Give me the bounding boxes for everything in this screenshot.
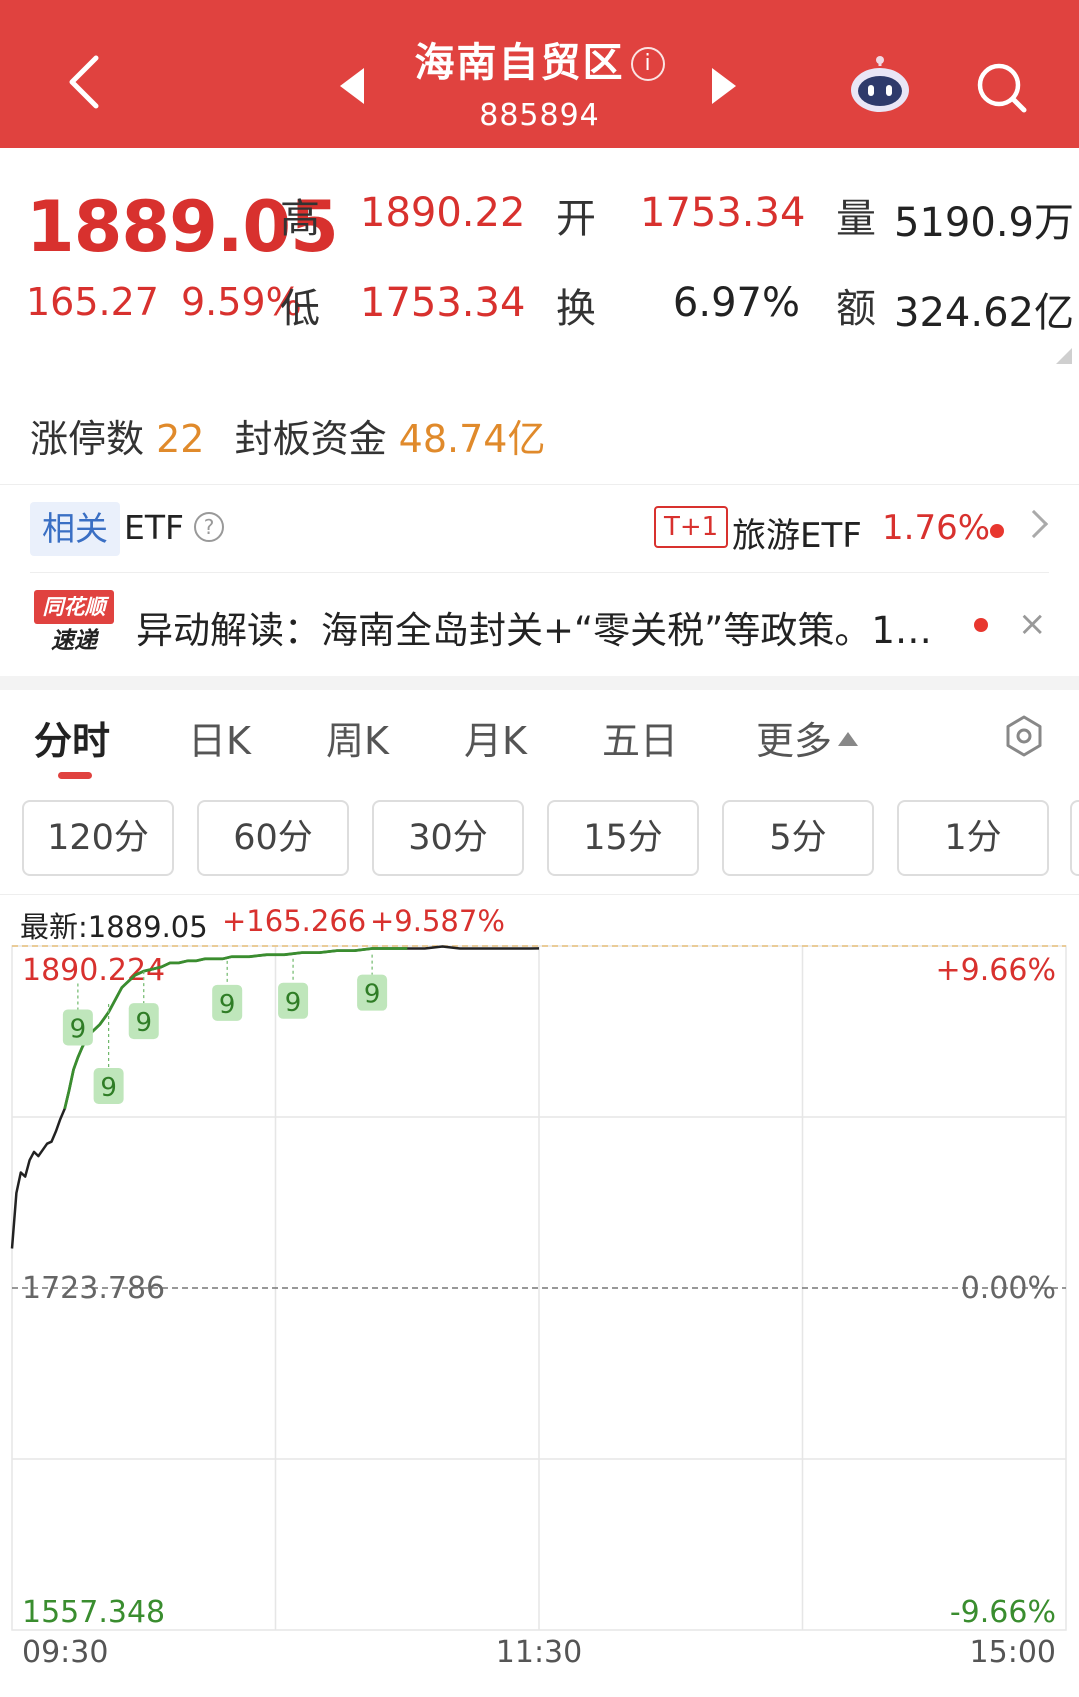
y-axis-left: 1890.2241723.7861557.348 xyxy=(22,953,165,1630)
interval-15min[interactable]: 15分 xyxy=(547,800,699,876)
red-dot-icon xyxy=(974,618,988,632)
related-tag: 相关 xyxy=(30,502,120,556)
limit-count-label: 涨停数 xyxy=(30,417,145,461)
y-tick-left: 1557.348 xyxy=(22,1595,165,1630)
close-icon[interactable]: × xyxy=(1018,604,1047,644)
high-value: 1890.22 xyxy=(360,190,526,236)
settings-icon[interactable] xyxy=(1002,714,1046,758)
tab-daily-k[interactable]: 日K xyxy=(188,710,251,765)
marker-label: 9 xyxy=(70,1014,87,1044)
marker-label: 9 xyxy=(100,1073,117,1103)
top-bar: 海南自贸区 i 885894 xyxy=(0,0,1079,148)
divider xyxy=(0,484,1079,485)
latest-change-readout: +165.266 xyxy=(222,904,367,938)
y-tick-right: -9.66% xyxy=(950,1595,1056,1630)
caret-up-icon xyxy=(838,732,859,746)
amount-value: 324.62亿 xyxy=(894,290,1074,336)
chart-grid xyxy=(11,945,1067,1631)
low-value: 1753.34 xyxy=(360,280,526,326)
marker-label: 9 xyxy=(364,980,381,1010)
info-icon[interactable]: i xyxy=(630,47,665,81)
logo-top: 同花顺 xyxy=(34,590,114,624)
amount-label: 额 xyxy=(836,286,876,332)
turnover-label: 换 xyxy=(556,286,596,332)
x-tick: 15:00 xyxy=(970,1635,1056,1670)
etf-label: ETF xyxy=(124,508,184,547)
marker-label: 9 xyxy=(219,990,236,1020)
logo-bottom: 速递 xyxy=(51,628,97,654)
tab-weekly-k[interactable]: 周K xyxy=(326,710,389,765)
turnover-value: 6.97% xyxy=(672,280,800,326)
etf-name: 旅游ETF xyxy=(732,516,862,556)
search-icon[interactable] xyxy=(974,60,1030,116)
expand-corner-icon[interactable] xyxy=(1056,348,1072,364)
title-group: 海南自贸区 i xyxy=(0,30,1079,88)
y-tick-left: 1723.786 xyxy=(22,1271,165,1306)
seal-fund-label: 封板资金 xyxy=(234,417,387,461)
help-icon[interactable]: ? xyxy=(194,512,224,542)
marker-label: 9 xyxy=(285,988,302,1018)
limit-count: 22 xyxy=(156,417,205,461)
tab-five-day[interactable]: 五日 xyxy=(602,710,678,765)
etf-change: 1.76% xyxy=(882,508,991,548)
tab-more-label: 更多 xyxy=(756,719,833,763)
x-tick: 09:30 xyxy=(22,1635,108,1670)
red-dot-icon xyxy=(990,524,1004,538)
active-tab-indicator xyxy=(58,772,92,779)
open-value: 1753.34 xyxy=(640,190,806,236)
high-label: 高 xyxy=(280,196,320,242)
news-headline[interactable]: 异动解读：海南全岛封关+“零关税”等政策。1… xyxy=(136,600,966,654)
section-gap xyxy=(0,676,1079,690)
low-label: 低 xyxy=(280,286,320,332)
interval-120min[interactable]: 120分 xyxy=(22,800,174,876)
interval-5min[interactable]: 5分 xyxy=(722,800,874,876)
period-tabs: 分时 日K 周K 月K 五日 更多 xyxy=(0,710,1079,780)
sector-code: 885894 xyxy=(479,98,600,133)
interval-1min[interactable]: 1分 xyxy=(897,800,1049,876)
divider xyxy=(30,572,1049,573)
y-tick-right: 0.00% xyxy=(961,1271,1056,1306)
y-axis-right: +9.66% 0.00% -9.66% xyxy=(936,953,1056,1630)
limit-up-stats: 涨停数 22 封板资金 48.74亿 xyxy=(30,408,545,463)
interval-60min[interactable]: 60分 xyxy=(197,800,349,876)
next-sector-icon[interactable] xyxy=(712,68,736,104)
marker-label: 9 xyxy=(135,1008,152,1038)
price-change: 165.27 9.59% xyxy=(26,280,302,324)
intraday-chart[interactable]: 1890.2241723.7861557.348 +9.66%0.00%-9.6… xyxy=(0,940,1079,1697)
interval-30min[interactable]: 30分 xyxy=(372,800,524,876)
page-title: 海南自贸区 xyxy=(414,40,625,86)
tab-more[interactable]: 更多 xyxy=(756,710,859,765)
latest-pct-readout: +9.587% xyxy=(370,904,505,938)
tab-monthly-k[interactable]: 月K xyxy=(464,710,527,765)
seal-fund: 48.74亿 xyxy=(398,417,546,461)
change-value: 165.27 xyxy=(26,280,159,324)
x-axis: 09:30 11:30 15:00 xyxy=(22,1635,1056,1670)
news-source-logo: 同花顺 速递 xyxy=(34,590,114,658)
related-etf-row[interactable]: 相关 ETF ? T+1 旅游ETF 1.76% xyxy=(0,494,1079,566)
robot-assistant-icon[interactable] xyxy=(848,56,912,114)
volume-value: 5190.9万 xyxy=(894,200,1074,246)
open-label: 开 xyxy=(556,196,596,242)
settlement-badge: T+1 xyxy=(654,506,729,548)
divider xyxy=(0,894,1079,895)
volume-label: 量 xyxy=(836,196,876,242)
interval-more-partial[interactable] xyxy=(1070,800,1079,876)
x-tick: 11:30 xyxy=(496,1635,582,1670)
tab-intraday[interactable]: 分时 xyxy=(34,710,110,765)
y-tick-right: +9.66% xyxy=(936,953,1056,988)
chevron-right-icon[interactable] xyxy=(1019,509,1049,539)
